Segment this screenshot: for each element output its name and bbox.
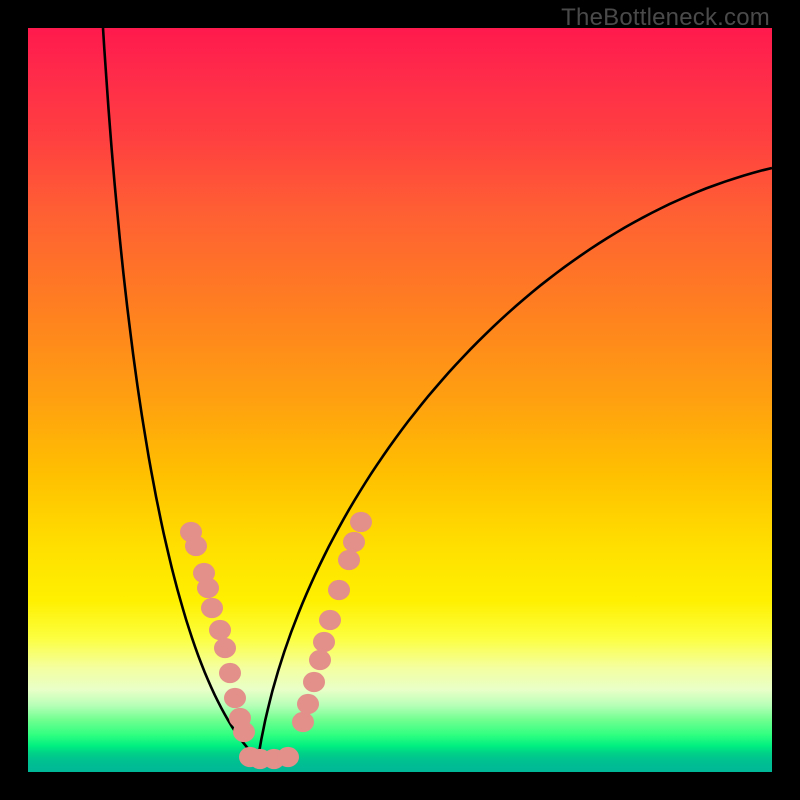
marker-group xyxy=(180,512,372,769)
data-marker xyxy=(328,580,350,600)
data-marker xyxy=(309,650,331,670)
data-marker xyxy=(350,512,372,532)
data-marker xyxy=(197,578,219,598)
data-marker xyxy=(185,536,207,556)
data-marker xyxy=(338,550,360,570)
data-marker xyxy=(201,598,223,618)
data-marker xyxy=(303,672,325,692)
data-marker xyxy=(219,663,241,683)
data-marker xyxy=(233,722,255,742)
curve-svg xyxy=(28,28,772,772)
plot-area xyxy=(28,28,772,772)
data-marker xyxy=(292,712,314,732)
outer-frame: TheBottleneck.com xyxy=(0,0,800,800)
data-marker xyxy=(343,532,365,552)
data-marker xyxy=(209,620,231,640)
data-marker xyxy=(313,632,335,652)
data-marker xyxy=(277,747,299,767)
data-marker xyxy=(297,694,319,714)
data-marker xyxy=(319,610,341,630)
curve-right-branch xyxy=(258,168,772,759)
data-marker xyxy=(214,638,236,658)
data-marker xyxy=(224,688,246,708)
